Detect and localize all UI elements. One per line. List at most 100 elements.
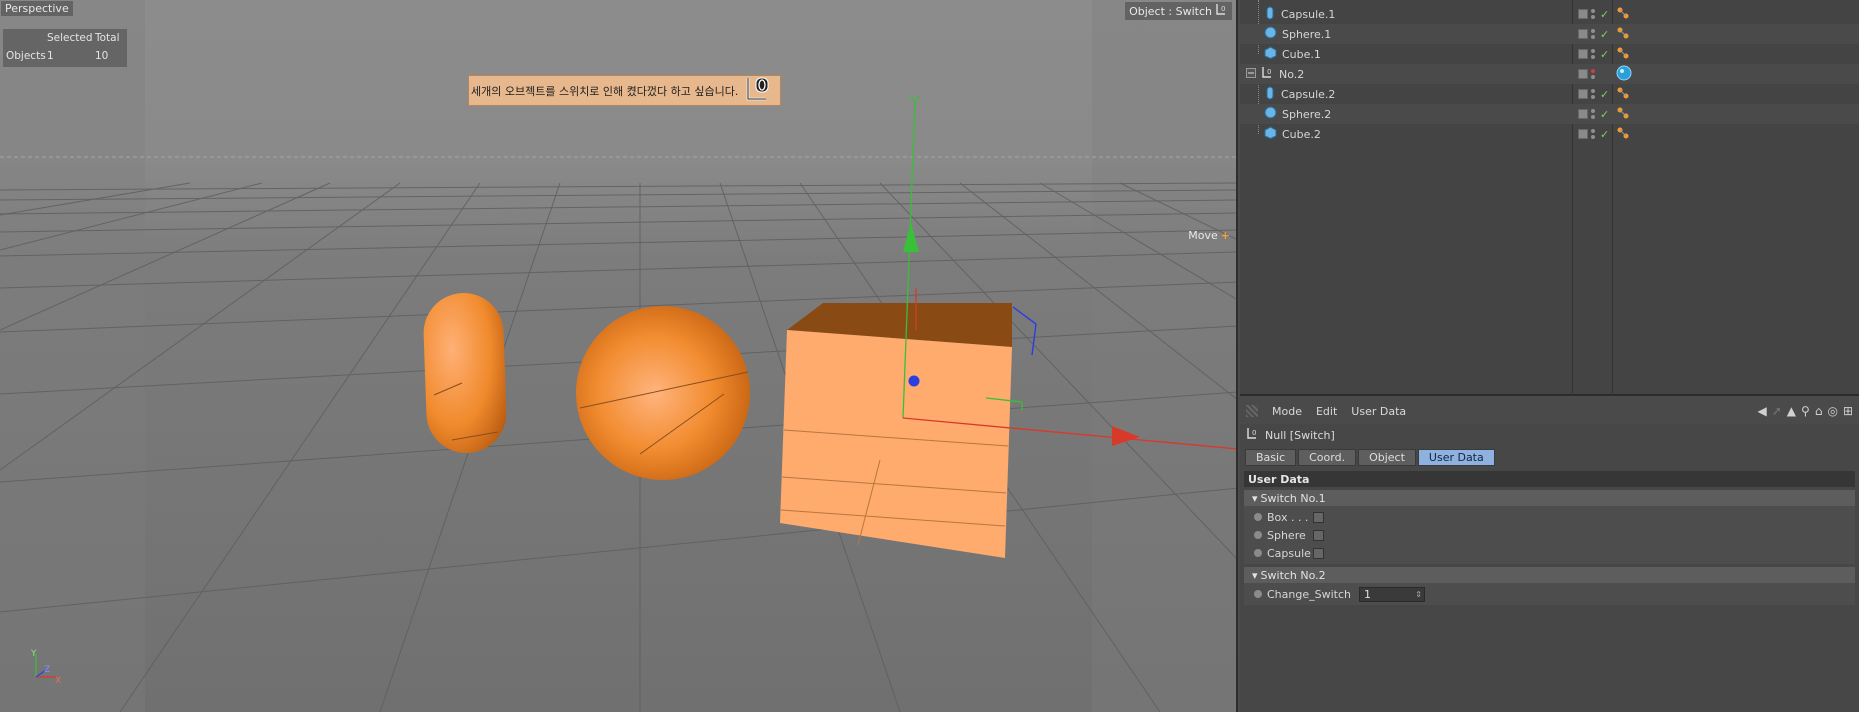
svg-text:0: 0 [1252, 429, 1256, 437]
animate-radio-icon[interactable] [1254, 531, 1262, 539]
param-sphere: Sphere [1244, 526, 1855, 544]
enabled-check-icon[interactable]: ✓ [1600, 128, 1609, 141]
enabled-check-icon[interactable]: ✓ [1600, 48, 1609, 61]
layer-box[interactable] [1578, 29, 1588, 39]
layer-box[interactable] [1578, 69, 1588, 79]
lock-icon[interactable]: ⌂ [1815, 404, 1823, 418]
change-switch-input[interactable]: 1 ⇕ [1358, 586, 1425, 602]
visibility-dots[interactable] [1591, 48, 1597, 60]
animate-radio-icon[interactable] [1254, 549, 1262, 557]
cube-icon [1264, 46, 1277, 62]
tag-icon[interactable] [1616, 6, 1630, 23]
visibility-dots[interactable] [1591, 68, 1597, 80]
svg-text:0: 0 [1221, 5, 1225, 13]
tag-icon[interactable] [1616, 26, 1630, 43]
animate-radio-icon[interactable] [1254, 513, 1262, 521]
hud-header-total: Total [95, 32, 120, 44]
layer-box[interactable] [1578, 89, 1588, 99]
layer-box[interactable] [1578, 49, 1588, 59]
sphere-icon [1264, 106, 1277, 122]
object-row[interactable]: Cube.1 ✓ [1240, 44, 1859, 64]
tag-icon[interactable] [1616, 86, 1630, 103]
enabled-check-icon[interactable]: ✓ [1600, 8, 1609, 21]
enabled-check-icon[interactable]: ✓ [1600, 28, 1609, 41]
visibility-dots[interactable] [1591, 108, 1597, 120]
object-row[interactable]: Cube.2 ✓ [1240, 124, 1859, 144]
object-row[interactable]: 0 No.2 [1240, 64, 1859, 84]
collapse-icon[interactable] [1246, 67, 1256, 81]
visibility-dots[interactable] [1591, 28, 1597, 40]
section-title: User Data [1244, 471, 1855, 487]
tool-label: Move + [1188, 229, 1230, 242]
annotation-note: 세개의 오브젝트를 스위치로 인해 켰다껐다 하고 싶습니다. [468, 75, 782, 106]
object-row[interactable]: Capsule.2 ✓ [1240, 84, 1859, 104]
capsule-object [423, 293, 507, 453]
object-title: Null [Switch] [1265, 428, 1335, 442]
panel-grip-icon[interactable] [1246, 405, 1258, 417]
object-manager[interactable]: Capsule.1 ✓ Sphere.1 ✓ Cube.1 ✓ 0 No.2 C… [1240, 0, 1859, 396]
attribute-header: 0 Null [Switch] [1240, 424, 1859, 446]
axis-z-label: Z [44, 665, 50, 675]
viewport-title[interactable]: Perspective [1, 1, 73, 16]
search-icon[interactable]: ⚲ [1801, 404, 1810, 418]
object-name[interactable]: Sphere.2 [1282, 108, 1331, 121]
animate-radio-icon[interactable] [1254, 590, 1262, 598]
group-switch-no2[interactable]: ▾ Switch No.2 [1244, 567, 1855, 583]
xpresso-tag-icon[interactable] [1616, 65, 1632, 84]
tag-icon[interactable] [1616, 106, 1630, 123]
hud-total-count: 10 [95, 50, 109, 62]
object-row[interactable]: Sphere.2 ✓ [1240, 104, 1859, 124]
visibility-dots[interactable] [1591, 88, 1597, 100]
param-capsule: Capsule [1244, 544, 1855, 562]
enabled-check-icon[interactable]: ✓ [1600, 108, 1609, 121]
layer-box[interactable] [1578, 109, 1588, 119]
input-value[interactable]: 1 [1364, 588, 1371, 601]
param-checkbox[interactable] [1313, 511, 1324, 523]
object-name[interactable]: Capsule.2 [1281, 88, 1335, 101]
layer-box[interactable] [1578, 129, 1588, 139]
note-text: 세개의 오브젝트를 스위치로 인해 켰다껐다 하고 싶습니다. [471, 84, 739, 98]
param-checkbox[interactable] [1313, 529, 1324, 541]
menu-user-data[interactable]: User Data [1351, 405, 1406, 418]
group-switch-no1[interactable]: ▾ Switch No.1 [1244, 490, 1855, 506]
stepper-arrows-icon[interactable]: ⇕ [1415, 590, 1424, 599]
group-switch-no1-body: Box . . . Sphere Capsule [1244, 506, 1855, 564]
hud-selected-count: 1 [47, 50, 54, 62]
visibility-dots[interactable] [1591, 8, 1597, 20]
tab-object[interactable]: Object [1358, 448, 1416, 466]
menu-edit[interactable]: Edit [1316, 405, 1337, 418]
object-name[interactable]: Cube.2 [1282, 128, 1321, 141]
object-name[interactable]: Capsule.1 [1281, 8, 1335, 21]
target-icon[interactable]: ◎ [1827, 404, 1837, 418]
attribute-manager[interactable]: Mode Edit User Data ◀ ➚ ▲ ⚲ ⌂ ◎ ⊞ 0 Null… [1240, 398, 1859, 712]
selection-hud: Selected Total Objects 1 10 [3, 29, 127, 67]
capsule-icon [1264, 6, 1276, 23]
object-name[interactable]: Cube.1 [1282, 48, 1321, 61]
visibility-dots[interactable] [1591, 128, 1597, 140]
object-name[interactable]: No.2 [1279, 68, 1304, 81]
object-name[interactable]: Sphere.1 [1282, 28, 1331, 41]
param-checkbox[interactable] [1313, 547, 1324, 559]
layer-box[interactable] [1578, 9, 1588, 19]
param-label: Change_Switch [1267, 587, 1351, 601]
attribute-tabs: Basic Coord. Object User Data [1240, 446, 1859, 468]
tab-user-data[interactable]: User Data [1417, 448, 1495, 466]
axis-y-label: Y [30, 649, 37, 659]
sphere-icon [1264, 26, 1277, 42]
tag-icon[interactable] [1616, 46, 1630, 63]
back-arrow-icon[interactable]: ◀ [1758, 404, 1767, 418]
tag-icon[interactable] [1616, 126, 1630, 143]
enabled-check-icon[interactable]: ✓ [1600, 88, 1609, 101]
tab-coord[interactable]: Coord. [1298, 448, 1357, 466]
axis-x-label: X [55, 676, 61, 686]
viewport-perspective[interactable]: Y Z X Perspective Object : Switch 0 Sele… [0, 0, 1238, 712]
scene-canvas[interactable]: Y Z X [0, 0, 1238, 712]
up-arrow-icon[interactable]: ▲ [1787, 404, 1796, 418]
new-panel-icon[interactable]: ⊞ [1843, 404, 1853, 418]
object-row[interactable]: Sphere.1 ✓ [1240, 24, 1859, 44]
menu-mode[interactable]: Mode [1272, 405, 1302, 418]
param-change-switch: Change_Switch 1 ⇕ [1244, 585, 1855, 603]
tab-basic[interactable]: Basic [1245, 448, 1297, 466]
forward-arrow-icon[interactable]: ➚ [1772, 404, 1782, 418]
object-row[interactable]: Capsule.1 ✓ [1240, 4, 1859, 24]
